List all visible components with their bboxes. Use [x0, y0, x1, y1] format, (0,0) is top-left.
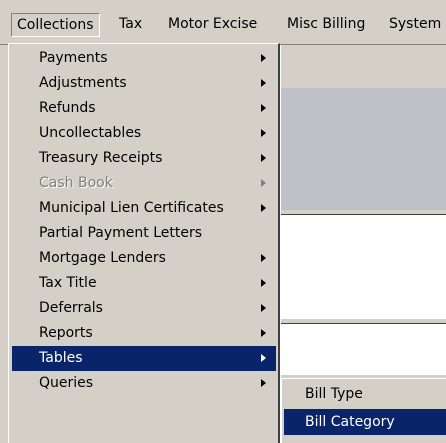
submenu-arrow-icon	[261, 329, 266, 337]
menu-item-label: Treasury Receipts	[39, 150, 163, 166]
menu-item-label: Adjustments	[39, 75, 127, 91]
menu-item-label: Deferrals	[39, 300, 103, 316]
menu-system[interactable]: System	[384, 13, 446, 37]
menu-bar: Collections Tax Motor Excise Misc Billin…	[0, 0, 446, 45]
menu-item-partial-payment-letters[interactable]: Partial Payment Letters	[12, 221, 276, 246]
submenu-arrow-icon	[261, 254, 266, 262]
menu-item-label: Partial Payment Letters	[39, 225, 202, 241]
menu-item-queries[interactable]: Queries	[12, 371, 276, 396]
submenu-arrow-icon	[261, 379, 266, 387]
menu-collections[interactable]: Collections	[11, 13, 100, 37]
tables-submenu: Bill Type Bill Category	[281, 378, 446, 443]
menu-item-label: Tables	[39, 350, 83, 366]
background-left	[0, 45, 8, 443]
submenu-arrow-icon	[261, 204, 266, 212]
menu-misc-billing[interactable]: Misc Billing	[282, 13, 370, 37]
menu-tax[interactable]: Tax	[114, 13, 147, 37]
menu-item-deferrals[interactable]: Deferrals	[12, 296, 276, 321]
background-panel	[281, 88, 446, 210]
menu-item-label: Uncollectables	[39, 125, 142, 141]
background-field	[281, 214, 446, 319]
menu-item-tax-title[interactable]: Tax Title	[12, 271, 276, 296]
menu-item-label: Reports	[39, 325, 93, 341]
menu-motor-excise[interactable]: Motor Excise	[163, 13, 262, 37]
collections-dropdown: Payments Adjustments Refunds Uncollectab…	[8, 43, 280, 443]
menu-item-adjustments[interactable]: Adjustments	[12, 71, 276, 96]
submenu-arrow-icon	[261, 54, 266, 62]
menu-item-label: Queries	[39, 375, 94, 391]
menu-item-label: Refunds	[39, 100, 96, 116]
menu-item-payments[interactable]: Payments	[12, 46, 276, 71]
submenu-arrow-icon	[261, 79, 266, 87]
submenu-arrow-icon	[261, 304, 266, 312]
menu-item-treasury-receipts[interactable]: Treasury Receipts	[12, 146, 276, 171]
menu-item-label: Municipal Lien Certificates	[39, 200, 224, 216]
background-field	[281, 323, 446, 375]
menu-item-cash-book: Cash Book	[12, 171, 276, 196]
submenu-item-bill-type[interactable]: Bill Type	[284, 381, 446, 407]
submenu-arrow-icon	[261, 104, 266, 112]
submenu-item-bill-category[interactable]: Bill Category	[284, 409, 446, 435]
submenu-arrow-icon	[261, 279, 266, 287]
menu-item-tables[interactable]: Tables	[12, 346, 276, 371]
menu-item-refunds[interactable]: Refunds	[12, 96, 276, 121]
submenu-arrow-icon	[261, 179, 266, 187]
menu-item-label: Mortgage Lenders	[39, 250, 166, 266]
menu-item-mortgage-lenders[interactable]: Mortgage Lenders	[12, 246, 276, 271]
menu-item-reports[interactable]: Reports	[12, 321, 276, 346]
menu-item-label: Tax Title	[39, 275, 97, 291]
menu-item-label: Cash Book	[39, 175, 113, 191]
submenu-arrow-icon	[261, 154, 266, 162]
menu-item-municipal-lien-certificates[interactable]: Municipal Lien Certificates	[12, 196, 276, 221]
submenu-arrow-icon	[261, 354, 266, 362]
menu-item-label: Payments	[39, 50, 108, 66]
submenu-arrow-icon	[261, 129, 266, 137]
menu-item-uncollectables[interactable]: Uncollectables	[12, 121, 276, 146]
